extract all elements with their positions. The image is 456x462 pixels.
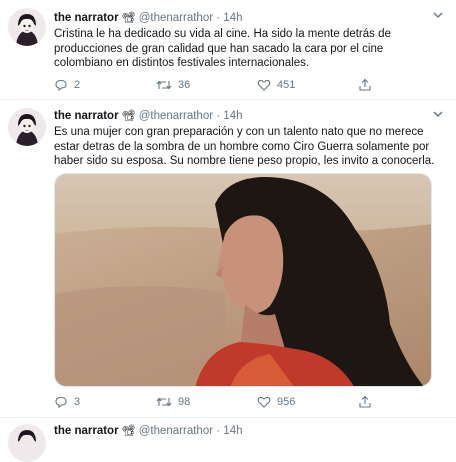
author-name[interactable]: the narrator xyxy=(54,425,119,437)
retweet-icon xyxy=(156,395,172,409)
reply-button[interactable]: 3 xyxy=(54,395,80,409)
tweet-photo[interactable] xyxy=(54,173,432,387)
retweet-count: 36 xyxy=(178,79,191,91)
camera-emoji: 📽 xyxy=(121,425,136,437)
avatar[interactable] xyxy=(8,8,46,46)
tweet-text: Es una mujer con gran preparación y con … xyxy=(54,126,435,167)
separator: · xyxy=(216,425,221,437)
tweet-actions: 2 36 451 xyxy=(54,78,434,94)
tweet-actions: 3 98 956 xyxy=(54,395,434,411)
share-icon xyxy=(358,395,372,409)
tweet-header: the narrator 📽 @thenarrathor · 14h xyxy=(54,424,242,437)
heart-icon xyxy=(257,78,271,92)
reply-count: 2 xyxy=(74,79,81,91)
retweet-icon xyxy=(156,78,172,92)
retweet-count: 98 xyxy=(178,396,191,408)
like-count: 451 xyxy=(277,79,296,91)
camera-emoji: 📽 xyxy=(121,110,136,122)
share-button[interactable] xyxy=(358,78,372,92)
woman-in-desert-image xyxy=(55,174,431,386)
camera-emoji: 📽 xyxy=(121,12,136,24)
reply-icon xyxy=(54,395,68,409)
chevron-down-icon[interactable] xyxy=(432,108,444,123)
tweet-header: the narrator 📽 @thenarrathor · 14h xyxy=(54,11,242,24)
retweet-button[interactable]: 36 xyxy=(156,78,190,92)
author-handle[interactable]: @thenarrathor xyxy=(139,12,213,24)
tweet-header: the narrator 📽 @thenarrathor · 14h xyxy=(54,109,242,122)
author-handle[interactable]: @thenarrathor xyxy=(139,425,213,437)
timestamp[interactable]: 14h xyxy=(223,425,242,437)
like-button[interactable]: 956 xyxy=(257,395,295,409)
share-icon xyxy=(358,78,372,92)
timestamp[interactable]: 14h xyxy=(223,12,242,24)
author-name[interactable]: the narrator xyxy=(54,12,119,24)
author-name[interactable]: the narrator xyxy=(54,110,119,122)
author-handle[interactable]: @thenarrathor xyxy=(139,110,213,122)
timestamp[interactable]: 14h xyxy=(223,110,242,122)
reply-button[interactable]: 2 xyxy=(54,78,80,92)
tweet[interactable]: the narrator 📽 @thenarrathor · 14h Cristi… xyxy=(0,0,456,100)
heart-icon xyxy=(257,395,271,409)
retweet-button[interactable]: 98 xyxy=(156,395,190,409)
tweet[interactable]: the narrator 📽 @thenarrathor · 14h Es una… xyxy=(0,100,456,418)
like-count: 956 xyxy=(277,396,296,408)
reply-count: 3 xyxy=(74,396,81,408)
tweet[interactable]: the narrator 📽 @thenarrathor · 14h xyxy=(0,418,456,462)
separator: · xyxy=(216,110,221,122)
reply-icon xyxy=(54,78,68,92)
like-button[interactable]: 451 xyxy=(257,78,295,92)
tweet-text: Cristina le ha dedicado su vida al cine.… xyxy=(54,28,391,69)
share-button[interactable] xyxy=(358,395,372,409)
avatar[interactable] xyxy=(8,108,46,146)
chevron-down-icon[interactable] xyxy=(432,9,444,24)
separator: · xyxy=(216,12,221,24)
